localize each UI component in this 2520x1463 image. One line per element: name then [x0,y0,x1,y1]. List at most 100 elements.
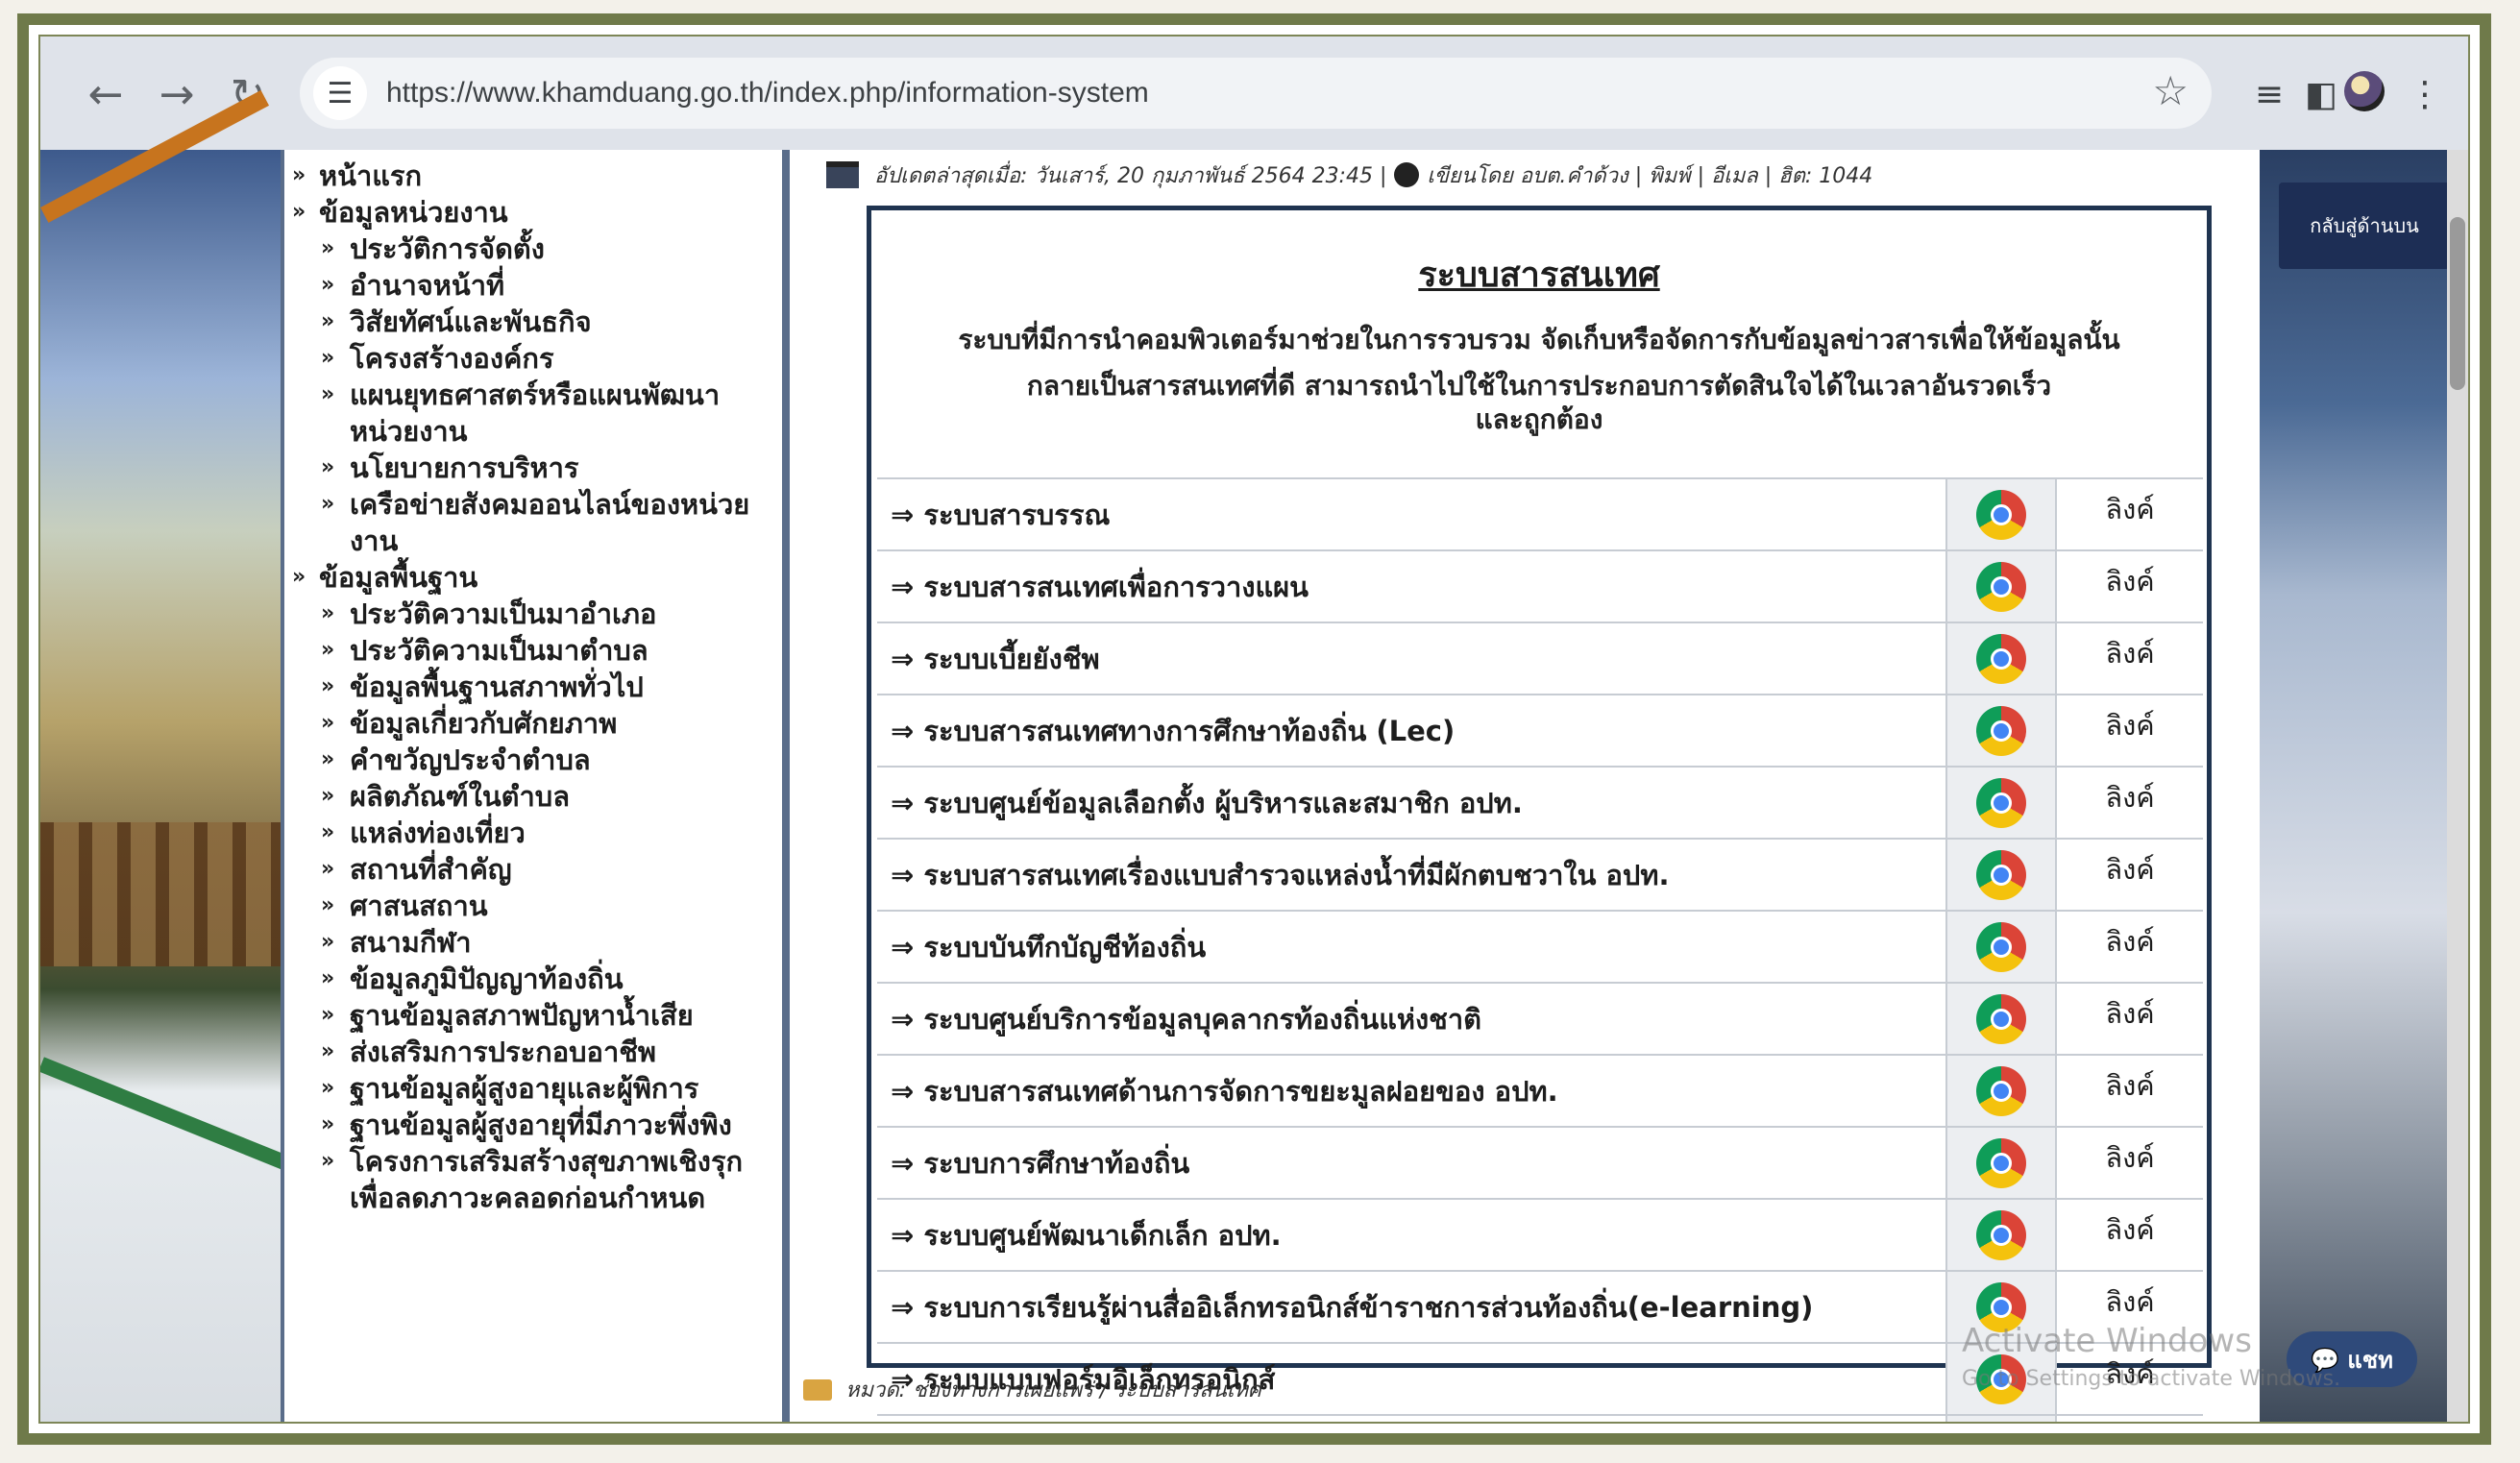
sidebar-item[interactable]: » ข้อมูลหน่วยงาน [284,194,782,231]
back-icon[interactable]: ← [75,63,136,125]
sidebar-item[interactable]: » โครงการเสริมสร้างสุขภาพเชิงรุกเพื่อลดภา… [284,1143,782,1216]
sidebar-item[interactable]: » ข้อมูลพื้นฐาน [284,559,782,596]
chrome-icon[interactable] [1976,1209,2026,1260]
table-row: ⇒ ระบบศูนย์ข้อมูลเลือกตั้ง ผู้บริหารและส… [877,766,2203,839]
sidebar-item[interactable]: » แหล่งท่องเที่ยว [284,815,782,851]
chrome-icon[interactable] [1976,849,2026,900]
chrome-icon[interactable] [1976,489,2026,540]
sidebar-item[interactable]: » ฐานข้อมูลผู้สูงอายุที่มีภาวะพึ่งพิง [284,1107,782,1143]
system-icon-cell [1945,549,2057,622]
chrome-icon[interactable] [1976,705,2026,756]
table-row: ⇒ ระบบสารสนเทศเรื่องแบบสำรวจแหล่งน้ำที่ม… [877,838,2203,911]
table-row: ⇒ ระบบเบี้ยยังชีพ ลิงค์ [877,622,2203,695]
sidebar-item[interactable]: » ประวัติความเป็นมาอำเภอ [284,596,782,632]
scrollbar-thumb[interactable] [2450,217,2465,390]
bullet-icon: » [321,638,335,662]
sidebar-item[interactable]: » ประวัติการจัดตั้ง [284,231,782,267]
chrome-icon[interactable] [1976,921,2026,972]
system-link[interactable]: ลิงค์ [2056,477,2203,550]
user-icon [1394,162,1420,187]
system-link[interactable]: ลิงค์ [2056,1054,2203,1127]
sidebar-item[interactable]: » ศาสนสถาน [284,888,782,924]
system-link[interactable]: ลิงค์ [2056,766,2203,839]
side-panel-icon[interactable]: ◧ [2292,65,2350,123]
systems-table: ⇒ ระบบสารบรรณ ลิงค์ ⇒ ระบบสารสนเทศเพื่อการ… [877,477,2203,1422]
bullet-icon: » [321,236,335,260]
system-icon-cell [1945,622,2057,695]
chrome-icon[interactable] [1976,777,2026,828]
sidebar-item[interactable]: » ฐานข้อมูลผู้สูงอายุและผู้พิการ [284,1070,782,1107]
sidebar-item-label: สนามกีฬา [350,926,472,959]
sidebar-item[interactable]: » ฐานข้อมูลสภาพปัญหาน้ำเสีย [284,997,782,1034]
system-link[interactable]: ลิงค์ [2056,910,2203,983]
system-link[interactable]: ลิงค์ [2056,982,2203,1055]
sidebar-item[interactable]: » สนามกีฬา [284,924,782,961]
system-link[interactable]: ลิงค์ [2056,694,2203,767]
system-icon-cell [1945,1414,2057,1422]
system-icon-cell [1945,1126,2057,1199]
sidebar-item[interactable]: » ข้อมูลพื้นฐานสภาพทั่วไป [284,669,782,705]
table-row: ⇒ ระบบสารสนเทศเพื่อการวางแผน ลิงค์ [877,549,2203,622]
chrome-icon[interactable] [1976,993,2026,1044]
system-name: ⇒ ระบบบันทึกบัญชีท้องถิ่น [877,910,1946,983]
sidebar-item-label: ประวัติความเป็นมาตำบล [350,634,648,667]
calendar-icon [826,161,859,188]
system-link[interactable]: ลิงค์ [2056,1126,2203,1199]
chrome-icon[interactable] [1976,1065,2026,1116]
bookmark-star-icon[interactable]: ☆ [2152,67,2189,114]
sidebar-item-label: ประวัติการจัดตั้ง [350,232,545,265]
sidebar-item[interactable]: » ผลิตภัณฑ์ในตำบล [284,778,782,815]
main-content: อัปเดตล่าสุดเมื่อ: วันเสาร์, 20 กุมภาพัน… [790,150,2260,1422]
system-link[interactable]: ลิงค์ [2056,1198,2203,1271]
sidebar-item[interactable]: » สถานที่สำคัญ [284,851,782,888]
site-info-icon[interactable]: ☰ [313,66,367,120]
table-row: ⇒ ระบบศูนย์บริการข้อมูลบุคลากรท้องถิ่นแห… [877,982,2203,1055]
page-scrollbar[interactable] [2447,150,2468,1422]
system-icon-cell [1945,477,2057,550]
system-link[interactable]: ลิงค์ [2056,549,2203,622]
sidebar-item[interactable]: » ประวัติความเป็นมาตำบล [284,632,782,669]
system-link[interactable]: ลิงค์ [2056,622,2203,695]
chrome-icon[interactable] [1976,1137,2026,1188]
folder-icon [803,1378,832,1401]
sidebar-item[interactable]: » เครือข่ายสังคมออนไลน์ของหน่วยงาน [284,486,782,559]
sidebar-item[interactable]: » ข้อมูลเกี่ยวกับศักยภาพ [284,705,782,742]
media-control-icon[interactable]: ≡ [2240,65,2298,123]
chrome-icon[interactable] [1976,561,2026,612]
table-row: ⇒ ระบบสารสนเทศด้านการจัดการขยะมูลฝอยของ … [877,1054,2203,1127]
sidebar-item[interactable]: » โครงสร้างองค์กร [284,340,782,377]
url-text[interactable]: https://www.khamduang.go.th/index.php/in… [386,77,1149,110]
sidebar-item[interactable]: » ส่งเสริมการประกอบอาชีพ [284,1034,782,1070]
sidebar-item[interactable]: » นโยบายการบริหาร [284,450,782,486]
forward-icon[interactable]: → [146,63,208,125]
chrome-icon[interactable] [1976,633,2026,684]
description-line: และถูกต้อง [1475,403,1603,435]
sidebar-item[interactable]: » ข้อมูลภูมิปัญญาท้องถิ่น [284,961,782,997]
sidebar-item[interactable]: » หน้าแรก [284,158,782,194]
system-name: ⇒ ระบบการเรียนรู้ผ่านสื่ออิเล็กทรอนิกส์ข… [877,1270,1946,1343]
sidebar-item[interactable]: » อำนาจหน้าที่ [284,267,782,304]
sidebar-item[interactable]: » คำขวัญประจำตำบล [284,742,782,778]
system-link[interactable]: ลิงค์ [2056,838,2203,911]
browser-menu-icon[interactable]: ⋮ [2396,65,2454,123]
sidebar-item-label: ข้อมูลเกี่ยวกับศักยภาพ [350,707,618,740]
breadcrumb-text[interactable]: หมวด: ช่องทางการเผยแพร่ / ระบบสารสนเทศ [845,1373,1261,1406]
bullet-icon: » [321,1003,335,1027]
bullet-icon: » [321,674,335,698]
sidebar-item[interactable]: » แผนยุทธศาสตร์หรือแผนพัฒนาหน่วยงาน [284,377,782,450]
browser-toolbar: ← → ↻ ☰ https://www.khamduang.go.th/inde… [40,37,2468,151]
system-link[interactable]: ลิงค์ [2056,1414,2203,1422]
bullet-icon: » [321,857,335,881]
decorative-stripe [40,1057,312,1180]
profile-avatar-icon[interactable] [2344,71,2385,111]
sidebar-item-label: ส่งเสริมการประกอบอาชีพ [350,1036,657,1068]
article-info-bar: อัปเดตล่าสุดเมื่อ: วันเสาร์, 20 กุมภาพัน… [790,156,1872,194]
table-row: ⇒ ระบบการศึกษาท้องถิ่น ลิงค์ [877,1126,2203,1199]
sidebar-item[interactable]: » วิสัยทัศน์และพันธกิจ [284,304,782,340]
back-to-top-button[interactable]: กลับสู่ด้านบน [2279,183,2450,269]
sidebar-item-label: นโยบายการบริหาร [350,451,579,484]
bullet-icon: » [321,1039,335,1063]
activation-watermark: Activate Windows Go to Settings to activ… [1962,1322,2340,1399]
address-bar[interactable]: ☰ https://www.khamduang.go.th/index.php/… [300,58,2212,129]
sidebar-item-label: ฐานข้อมูลผู้สูงอายุที่มีภาวะพึ่งพิง [350,1109,732,1141]
